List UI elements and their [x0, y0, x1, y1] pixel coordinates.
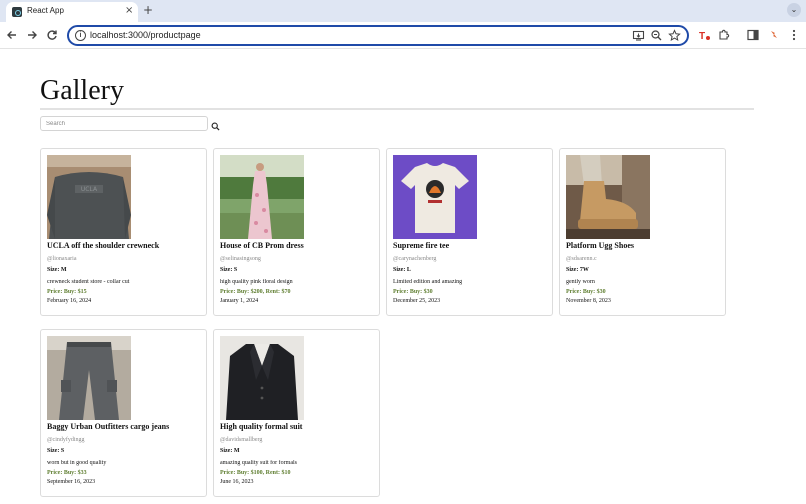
product-card[interactable]: High quality formal suit @davidsmallberg…	[213, 329, 380, 497]
seller-username[interactable]: @cindyfydingg	[47, 437, 85, 443]
svg-text:T: T	[699, 31, 705, 42]
product-date: December 25, 2023	[393, 298, 441, 304]
address-bar[interactable]: i localhost:3000/productpage	[67, 25, 689, 46]
translate-extension-icon[interactable]: T	[697, 28, 711, 42]
product-image-black-suit-jacket[interactable]	[220, 336, 304, 420]
product-size: Size: M	[47, 267, 67, 273]
product-card[interactable]: Baggy Urban Outfitters cargo jeans @cind…	[40, 329, 207, 497]
tab-strip: React App × + ⌄	[0, 0, 806, 22]
product-image-white-graphic-tee[interactable]	[393, 155, 477, 239]
search-input[interactable]	[40, 116, 208, 131]
kebab-menu-icon[interactable]	[787, 28, 801, 42]
product-image-pink-floral-dress[interactable]	[220, 155, 304, 239]
back-icon[interactable]	[5, 28, 19, 42]
product-date: September 16, 2023	[47, 479, 96, 485]
product-image-gray-cargo-jeans[interactable]	[47, 336, 131, 420]
product-name[interactable]: Supreme fire tee	[393, 241, 548, 250]
product-price: Price: Buy: $15	[47, 289, 87, 295]
product-price: Price: Buy: $200, Rent: $70	[220, 289, 291, 295]
search-icon[interactable]	[211, 118, 220, 131]
product-description: Limited edition and amazing	[393, 279, 463, 285]
new-tab-button[interactable]: +	[143, 3, 153, 17]
product-description: amazing quality suit for formals	[220, 460, 297, 466]
zoom-icon[interactable]	[650, 29, 663, 42]
product-size: Size: L	[393, 267, 411, 273]
side-panel-icon[interactable]	[746, 28, 760, 42]
product-card[interactable]: Platform Ugg Shoes @sdsarenn.c Size: 7W …	[559, 148, 726, 316]
product-size: Size: M	[220, 448, 240, 454]
seller-username[interactable]: @davidsmallberg	[220, 437, 262, 443]
product-name[interactable]: UCLA off the shoulder crewneck	[47, 241, 202, 250]
product-name[interactable]: High quality formal suit	[220, 422, 375, 431]
product-card[interactable]: Supreme fire tee @carynachenberg Size: L…	[386, 148, 553, 316]
seller-username[interactable]: @carynachenberg	[393, 256, 436, 262]
title-divider	[40, 108, 754, 110]
product-image-tan-platform-ugg[interactable]	[566, 155, 650, 239]
close-tab-icon[interactable]: ×	[125, 5, 133, 17]
product-image-gray-crewneck[interactable]: UCLA	[47, 155, 131, 239]
product-size: Size: 7W	[566, 267, 589, 273]
bookmark-star-icon[interactable]	[668, 29, 681, 42]
browser-toolbar: i localhost:3000/productpage T	[0, 22, 806, 49]
product-date: February 16, 2024	[47, 298, 92, 304]
product-size: Size: S	[47, 448, 65, 454]
product-date: January 1, 2024	[220, 298, 259, 304]
tab-title: React App	[27, 6, 64, 15]
product-description: worn but in good quality	[47, 460, 107, 466]
product-date: November 8, 2023	[566, 298, 611, 304]
seller-username[interactable]: @selinasingsong	[220, 256, 261, 262]
product-price: Price: Buy: $30	[393, 289, 433, 295]
product-name[interactable]: Platform Ugg Shoes	[566, 241, 721, 250]
product-description: gently worn	[566, 279, 595, 285]
product-description: high quality pink floral design	[220, 279, 293, 285]
page-title: Gallery	[40, 75, 124, 106]
seller-username[interactable]: @lionaxaria	[47, 256, 77, 262]
product-card[interactable]: House of CB Prom dress @selinasingsong S…	[213, 148, 380, 316]
product-name[interactable]: Baggy Urban Outfitters cargo jeans	[47, 422, 202, 431]
browser-tab[interactable]: React App ×	[6, 2, 138, 22]
product-price: Price: Buy: $33	[47, 470, 87, 476]
tab-search-button[interactable]: ⌄	[787, 3, 801, 17]
install-app-icon[interactable]	[632, 29, 645, 42]
profile-extension-icon[interactable]	[767, 28, 781, 42]
product-size: Size: S	[220, 267, 238, 273]
product-name[interactable]: House of CB Prom dress	[220, 241, 375, 250]
product-date: June 16, 2023	[220, 479, 254, 485]
product-description: crewneck student store - collar cut	[47, 279, 130, 285]
site-info-icon[interactable]: i	[75, 30, 86, 41]
product-price: Price: Buy: $100, Rent: $10	[220, 470, 291, 476]
product-card[interactable]: UCLA UCLA off the shoulder crewneck @lio…	[40, 148, 207, 316]
product-price: Price: Buy: $30	[566, 289, 606, 295]
puzzle-icon[interactable]	[717, 28, 731, 42]
seller-username[interactable]: @sdsarenn.c	[566, 256, 597, 262]
forward-icon[interactable]	[25, 28, 39, 42]
url-text[interactable]: localhost:3000/productpage	[90, 30, 201, 40]
react-favicon-icon	[12, 7, 22, 17]
svg-text:UCLA: UCLA	[81, 186, 98, 193]
reload-icon[interactable]	[45, 28, 59, 42]
